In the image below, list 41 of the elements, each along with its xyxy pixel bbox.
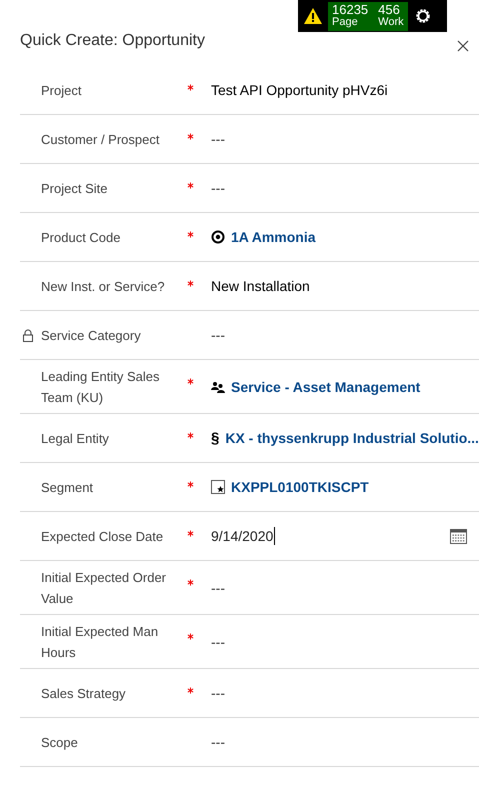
field-value: --- [211, 685, 225, 701]
field-label: Product Code [41, 230, 120, 244]
calendar-icon[interactable] [450, 528, 467, 544]
field-label: Initial Expected Order Value [41, 570, 166, 606]
lookup-link[interactable]: KXPPL0100TKISCPT [231, 479, 369, 495]
field-label: Sales Strategy [41, 686, 126, 700]
field-value: --- [211, 634, 225, 650]
field-value: --- [211, 580, 225, 596]
lookup-link[interactable]: Service - Asset Management [231, 378, 420, 394]
work-count: 456 [378, 2, 401, 16]
lookup-link[interactable]: KX - thyssenkrupp Industrial Solutio... [225, 430, 479, 446]
field-label: Scope [41, 734, 78, 750]
section-sign: § [211, 430, 220, 446]
settings-icon[interactable] [414, 7, 432, 25]
field-value: --- [211, 734, 225, 750]
field-value: --- [211, 180, 225, 196]
field-value: --- [211, 327, 225, 343]
field-label: Project [41, 82, 82, 98]
lookup-link[interactable]: 1A Ammonia [231, 229, 316, 245]
field-label: Service Category [41, 328, 141, 342]
dialog-title: Quick Create: Opportunity [20, 32, 205, 50]
field-label: Initial Expected Man Hours [41, 624, 158, 660]
field-label: Project Site [41, 180, 108, 196]
page-label: Page [332, 16, 359, 28]
warning-icon [304, 8, 322, 24]
work-label: Work [378, 16, 404, 28]
field-label: Customer / Prospect [41, 132, 160, 146]
field-label: Expected Close Date [41, 528, 164, 544]
field-label: Legal Entity [41, 430, 109, 446]
field-value: --- [211, 131, 225, 147]
field-value: New Installation [211, 278, 310, 294]
close-icon[interactable] [457, 40, 469, 52]
field-value: Test API Opportunity pHVz6i [211, 82, 388, 98]
people-icon [211, 380, 225, 394]
field-label: Segment [41, 480, 94, 494]
date-input[interactable]: 9/14/2020 [211, 527, 276, 545]
field-label: Leading Entity Sales Team (KU) [41, 368, 160, 404]
page-count: 16235 [332, 2, 368, 16]
ranking-icon [211, 480, 225, 494]
field-label: New Inst. or Service? [41, 278, 165, 294]
product-icon [211, 230, 225, 244]
